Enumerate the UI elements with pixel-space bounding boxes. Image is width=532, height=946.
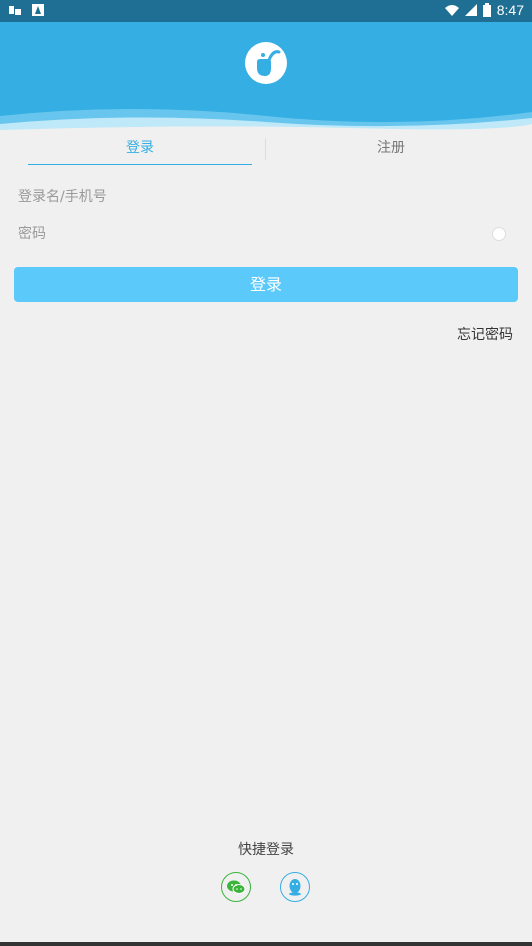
wechat-login-button[interactable] (221, 872, 251, 902)
notification-app-icon (9, 6, 21, 15)
wifi-icon (444, 5, 459, 16)
password-input[interactable]: 密码 (18, 220, 514, 248)
pipe-logo-icon (257, 50, 281, 76)
tab-register[interactable]: 注册 (266, 134, 516, 164)
app-logo (245, 42, 287, 84)
notification-a-icon (32, 4, 44, 16)
qq-icon (289, 879, 301, 896)
status-bar: 8:47 (0, 0, 532, 22)
battery-icon (482, 3, 491, 17)
tab-login[interactable]: 登录 (28, 134, 252, 165)
password-placeholder: 密码 (18, 226, 46, 242)
forgot-password-link[interactable]: 忘记密码 (457, 324, 513, 344)
signal-icon (464, 4, 477, 16)
header-waves (0, 109, 532, 134)
password-visibility-icon[interactable] (492, 227, 506, 241)
header-banner (0, 22, 532, 134)
status-time: 8:47 (496, 2, 524, 18)
bottom-edge (0, 942, 532, 946)
qq-login-button[interactable] (280, 872, 310, 902)
wechat-icon (227, 880, 246, 894)
auth-tabs: 登录 注册 (0, 134, 532, 166)
login-button[interactable]: 登录 (14, 267, 518, 302)
username-input[interactable]: 登录名/手机号 (18, 183, 514, 211)
quick-login-title: 快捷登录 (238, 842, 294, 858)
